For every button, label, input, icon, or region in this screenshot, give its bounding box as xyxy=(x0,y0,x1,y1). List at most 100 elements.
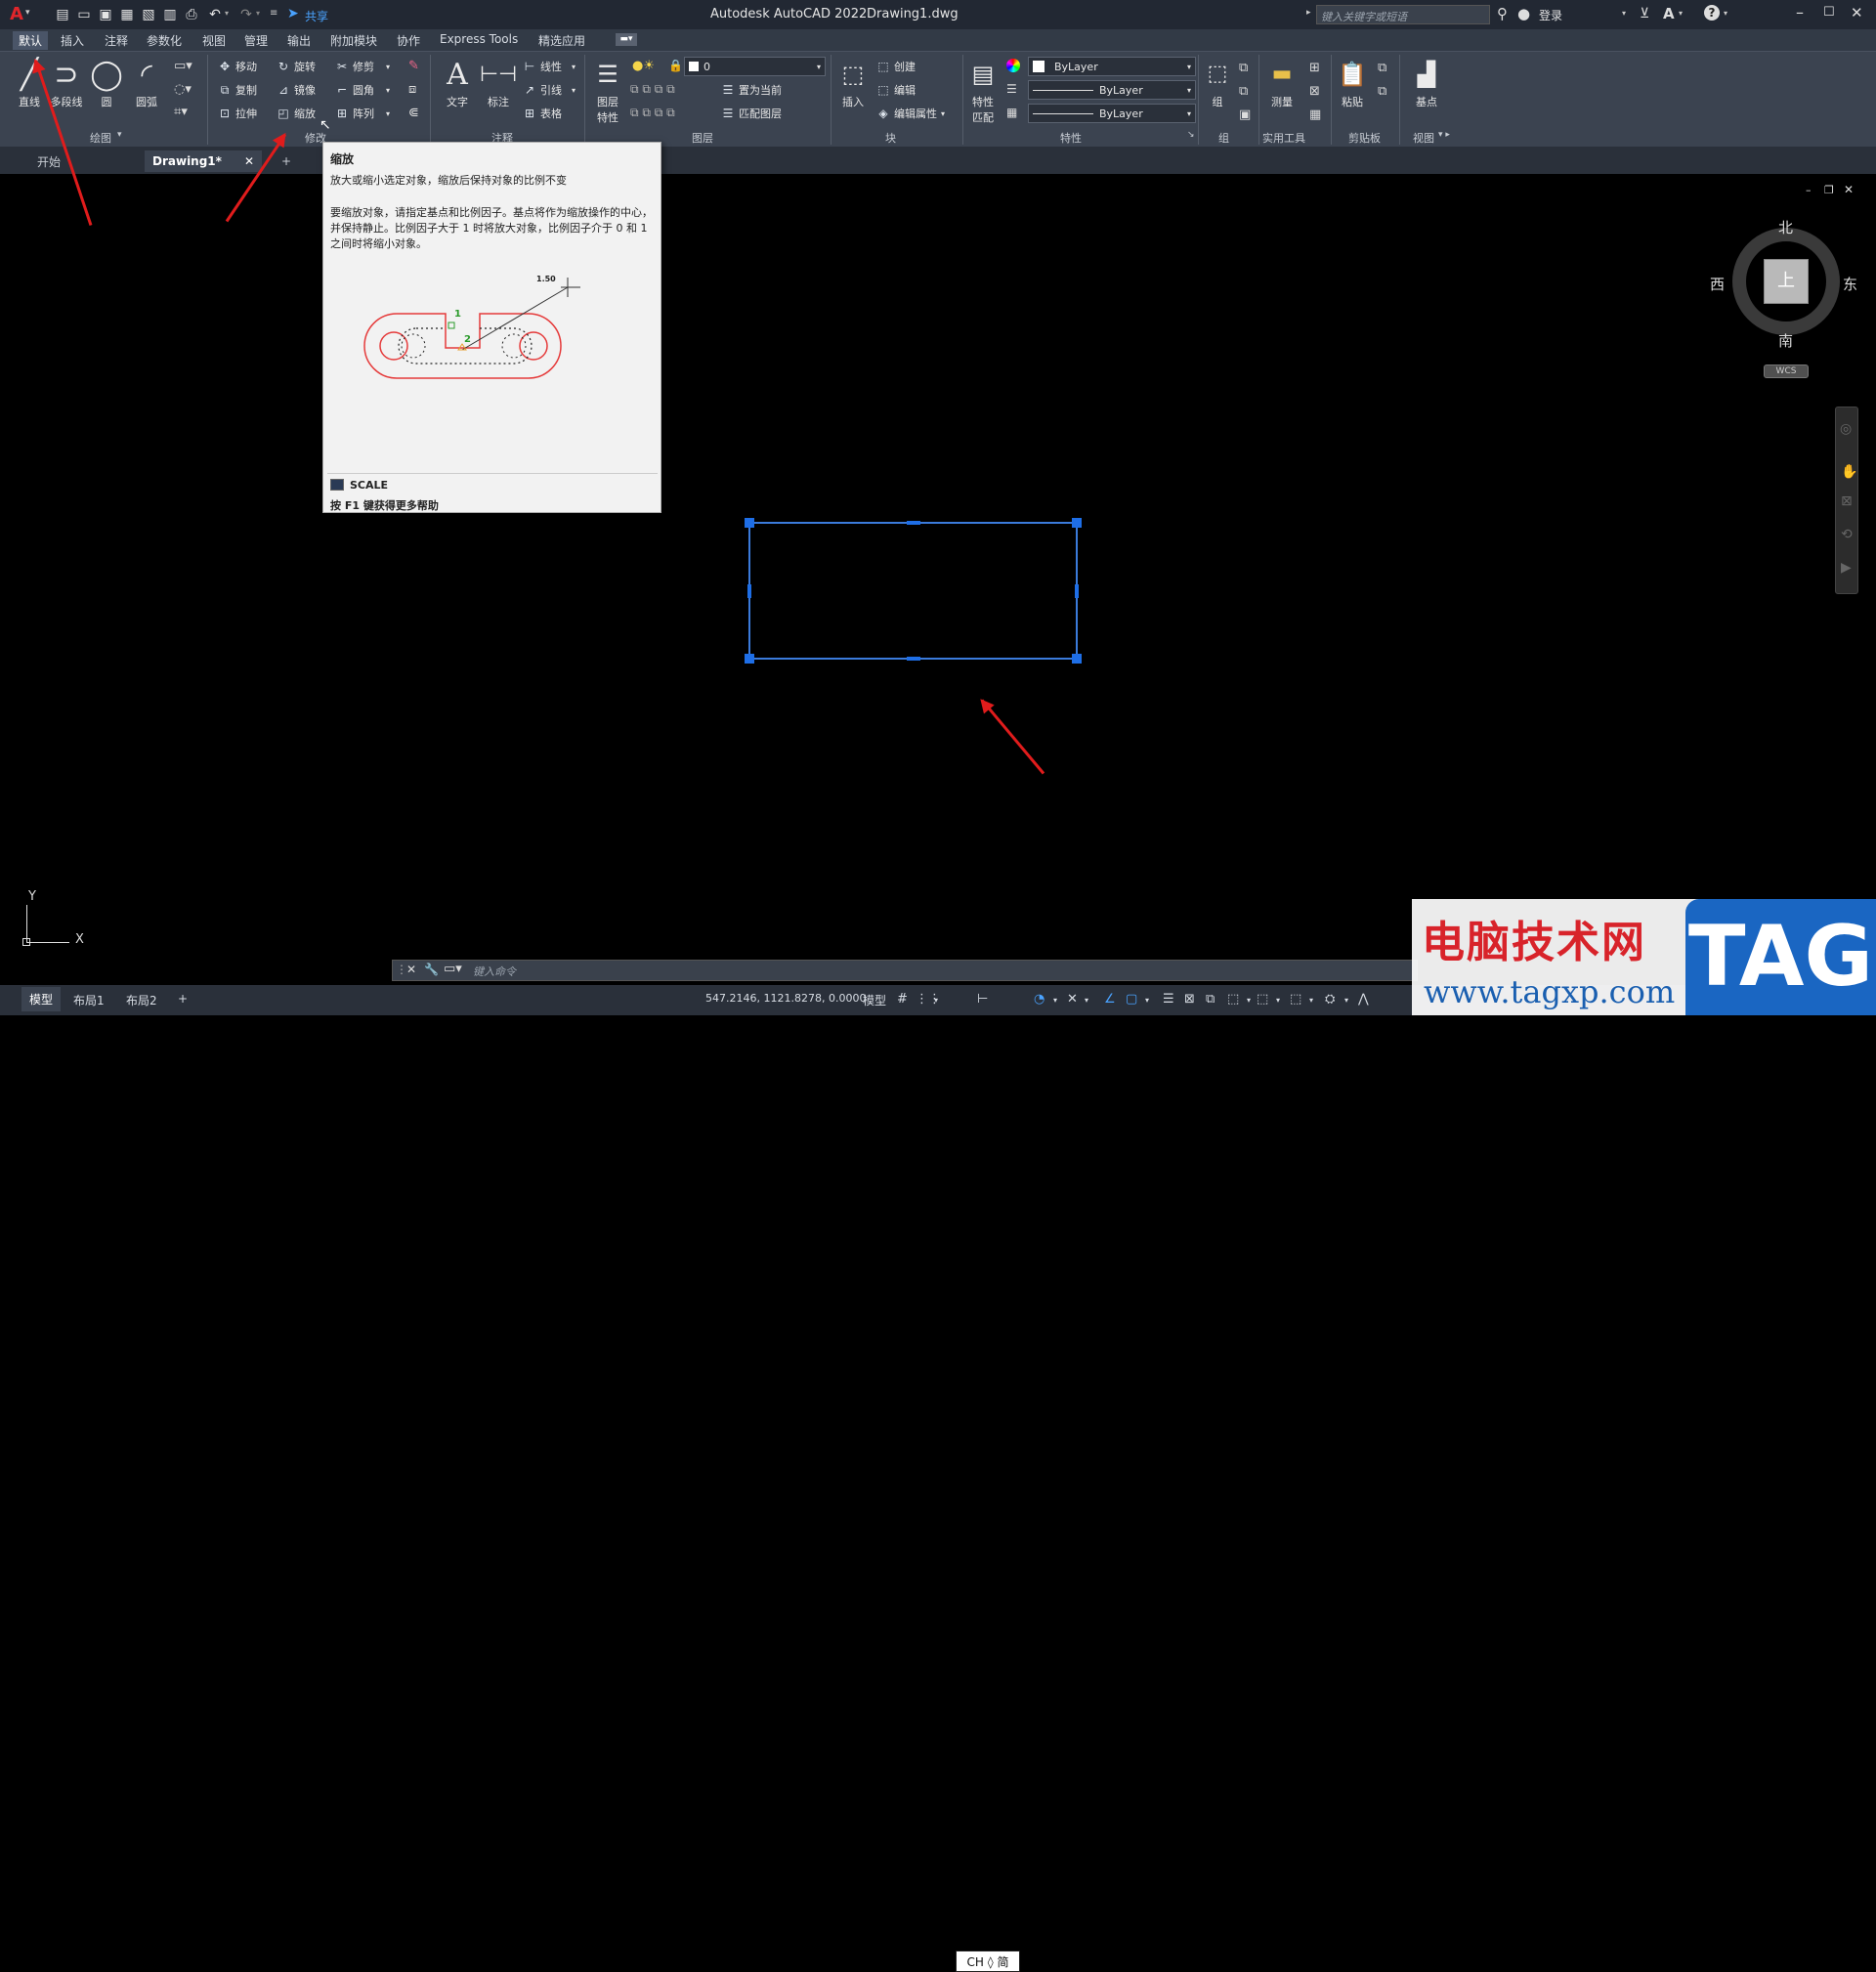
workspace-icon[interactable]: ⬚ xyxy=(1257,992,1268,1007)
arc-button[interactable]: ◜ 圆弧 xyxy=(125,57,168,109)
lineweight-toggle-icon[interactable]: ☰ xyxy=(1163,992,1174,1007)
properties-panel-label[interactable]: 特性 xyxy=(1060,130,1082,146)
annotation-visibility-icon[interactable]: ⋀ xyxy=(1358,992,1369,1007)
command-recent-icon[interactable]: ▭▾ xyxy=(444,962,462,976)
layer-lock-icon[interactable]: 🔒 xyxy=(668,59,683,72)
showmotion-icon[interactable]: ▶ xyxy=(1841,560,1852,576)
create-block-button[interactable]: ⬚ 创建 xyxy=(876,59,916,74)
properties-dialog-launcher-icon[interactable]: ↘ xyxy=(1187,130,1195,140)
explode-icon[interactable]: ⧈ xyxy=(408,82,416,97)
save-icon[interactable]: ▣ xyxy=(98,7,113,22)
drawing-canvas[interactable]: – ❐ ✕ 上 北 南 东 西 WCS ◎ ✋ ⊠ ⟲ ▶ Y X ⋮ ✕ 🔧 … xyxy=(5,174,1871,981)
tab-drawing1[interactable]: Drawing1* ✕ xyxy=(145,150,262,172)
cart-icon[interactable]: ⊻ xyxy=(1640,6,1649,21)
add-layout-button[interactable]: + xyxy=(178,992,188,1006)
layer-tools-icon[interactable]: ⧉ ⧉ ⧉ ⧉ xyxy=(630,82,675,97)
wcs-menu-button[interactable]: WCS xyxy=(1764,364,1809,378)
tab-output[interactable]: 输出 xyxy=(287,32,311,49)
grip-midpoint[interactable] xyxy=(747,584,751,598)
selection-cycling-icon[interactable]: ⧉ xyxy=(1206,992,1215,1007)
array-button[interactable]: ⊞ 阵列 ▾ xyxy=(335,106,390,121)
set-current-button[interactable]: ☰ 置为当前 xyxy=(721,82,782,98)
table-button[interactable]: ⊞ 表格 xyxy=(523,106,562,121)
login-dropdown-icon[interactable]: ▾ xyxy=(1622,9,1626,18)
customize-qat-icon[interactable]: ≡ xyxy=(270,8,277,19)
draw-panel-expand-icon[interactable]: ▾ xyxy=(117,130,122,140)
units-icon[interactable]: ⬚ xyxy=(1290,992,1301,1007)
compass-east[interactable]: 东 xyxy=(1843,274,1857,294)
share-icon[interactable]: ➤ xyxy=(287,6,299,21)
help-icon[interactable]: ? xyxy=(1704,5,1720,21)
edit-attributes-dropdown-icon[interactable]: ▾ xyxy=(941,109,945,118)
grip-midpoint[interactable] xyxy=(1075,584,1079,598)
steering-wheel-icon[interactable]: ◎ xyxy=(1840,421,1852,437)
color-wheel-icon[interactable] xyxy=(1006,59,1020,72)
isolate-objects-icon[interactable]: ⛭ xyxy=(1325,992,1335,1007)
grip-corner[interactable] xyxy=(1072,518,1082,528)
coordinates-readout[interactable]: 547.2146, 1121.8278, 0.0000 xyxy=(705,992,866,1005)
tab-model[interactable]: 模型 xyxy=(21,987,62,1011)
polyline-button[interactable]: ⊃ 多段线 xyxy=(45,57,88,109)
redo-icon[interactable]: ↷ xyxy=(238,7,254,22)
object-snap-tracking-icon[interactable]: ∠ xyxy=(1104,992,1116,1007)
new-file-icon[interactable]: ▤ xyxy=(55,7,70,22)
transparency-toggle-icon[interactable]: ⊠ xyxy=(1184,992,1195,1007)
grip-corner[interactable] xyxy=(745,654,754,664)
search-expand-icon[interactable]: ▸ xyxy=(1306,8,1311,18)
polar-dropdown-icon[interactable]: ▾ xyxy=(1053,996,1057,1005)
redo-dropdown-icon[interactable]: ▾ xyxy=(256,9,260,18)
utility-tools-icon[interactable]: ⊞ ⊠ ▦ xyxy=(1309,57,1321,127)
polar-icon[interactable]: ◔ xyxy=(1034,992,1045,1007)
grip-corner[interactable] xyxy=(1072,654,1082,664)
draw-panel-label[interactable]: 绘图 xyxy=(90,130,111,146)
stretch-button[interactable]: ⊡ 拉伸 xyxy=(218,106,257,121)
transparency-icon[interactable]: ▦ xyxy=(1006,106,1017,119)
grip-midpoint[interactable] xyxy=(907,521,920,525)
login-button[interactable]: 登录 xyxy=(1539,7,1562,23)
minimize-icon[interactable]: – xyxy=(1796,3,1804,21)
color-dropdown[interactable]: ByLayer ▾ xyxy=(1028,57,1196,76)
group-button[interactable]: ⬚ 组 xyxy=(1200,55,1235,109)
layer-tools-2-icon[interactable]: ⧉ ⧉ ⧉ ⧉ xyxy=(630,106,675,120)
command-close-icon[interactable]: ✕ xyxy=(406,963,416,976)
snap-dropdown-icon[interactable]: ▾ xyxy=(934,996,938,1005)
tab-default[interactable]: 默认 xyxy=(13,31,49,50)
erase-icon[interactable]: ✎ xyxy=(408,59,419,73)
move-button[interactable]: ✥ 移动 xyxy=(218,59,257,74)
viewport-minimize-icon[interactable]: – xyxy=(1806,184,1812,196)
view-panel-label[interactable]: 视图 xyxy=(1413,130,1434,146)
utilities-panel-label[interactable]: 实用工具 xyxy=(1262,130,1305,146)
grid-icon[interactable]: # xyxy=(897,992,908,1007)
undo-icon[interactable]: ↶ xyxy=(207,7,223,22)
tab-express-tools[interactable]: Express Tools xyxy=(440,32,518,46)
paste-button[interactable]: 📋 粘贴 xyxy=(1331,55,1374,109)
viewcube[interactable]: 上 北 南 东 西 xyxy=(1710,219,1857,350)
tab-collaborate[interactable]: 协作 xyxy=(397,32,420,49)
a360-dropdown-icon[interactable]: ▾ xyxy=(1679,9,1683,18)
save-as-icon[interactable]: ▦ xyxy=(119,7,135,22)
mirror-button[interactable]: ⊿ 镜像 xyxy=(277,82,316,98)
layer-properties-button[interactable]: ☰ 图层 特性 xyxy=(586,55,629,125)
trim-dropdown-icon[interactable]: ▾ xyxy=(386,63,390,71)
undo-dropdown-icon[interactable]: ▾ xyxy=(225,9,229,18)
groups-panel-label[interactable]: 组 xyxy=(1218,130,1229,146)
tab-layout2[interactable]: 布局2 xyxy=(126,992,157,1008)
ribbon-options-icon[interactable]: ▬▾ xyxy=(616,33,637,46)
rectangle-icon[interactable]: ▭▾ xyxy=(174,59,192,73)
tab-layout1[interactable]: 布局1 xyxy=(73,992,105,1008)
isodraft-icon[interactable]: ✕ xyxy=(1067,992,1078,1007)
grip-midpoint[interactable] xyxy=(907,657,920,661)
hatch-icon[interactable]: ◌▾ xyxy=(174,82,192,97)
clipboard-tools-icon[interactable]: ⧉ ⧉ xyxy=(1378,57,1386,104)
ortho-icon[interactable]: ⊢ xyxy=(977,992,988,1007)
cloud-save-icon[interactable]: ▧ xyxy=(141,7,156,22)
tab-addins[interactable]: 附加模块 xyxy=(330,32,377,49)
close-window-icon[interactable]: ✕ xyxy=(1851,4,1863,21)
boundary-icon[interactable]: ⌗▾ xyxy=(174,105,188,119)
pan-icon[interactable]: ✋ xyxy=(1841,464,1857,480)
help-dropdown-icon[interactable]: ▾ xyxy=(1724,9,1727,18)
compass-west[interactable]: 西 xyxy=(1710,274,1725,294)
linear-button[interactable]: ⊢ 线性 ▾ xyxy=(523,59,576,74)
layers-panel-label[interactable]: 图层 xyxy=(692,130,713,146)
viewcube-top-face[interactable]: 上 xyxy=(1764,259,1809,304)
